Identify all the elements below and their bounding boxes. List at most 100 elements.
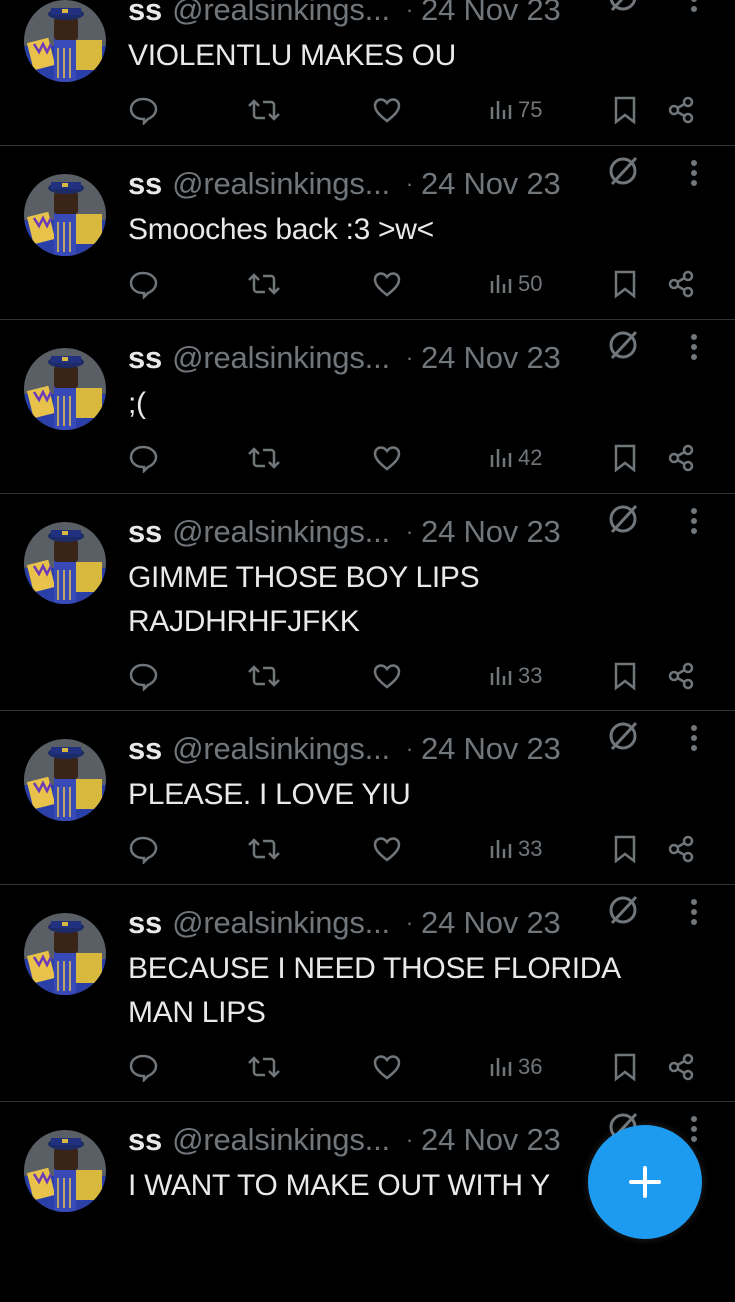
grok-icon[interactable] [606, 0, 642, 16]
views-button[interactable]: 33 [488, 663, 542, 689]
separator-dot: · [405, 345, 414, 370]
tweet[interactable]: ss @realsinkings... · 24 Nov 23 GIMME TH… [0, 494, 735, 711]
more-icon[interactable] [688, 0, 700, 14]
user-handle[interactable]: @realsinkings... [172, 166, 390, 202]
grok-icon[interactable] [606, 893, 642, 929]
tweet-date[interactable]: 24 Nov 23 [421, 1122, 561, 1158]
tweet-actions: 33 [128, 656, 705, 696]
share-button[interactable] [666, 834, 696, 864]
tweet-date[interactable]: 24 Nov 23 [421, 0, 561, 28]
tweet-text: Smooches back :3 >w< [128, 208, 695, 252]
tweet-text: GIMME THOSE BOY LIPS RAJDHRHFJFKK [128, 556, 695, 644]
bookmark-icon [614, 96, 636, 125]
grok-icon[interactable] [606, 154, 642, 190]
avatar[interactable] [24, 174, 106, 256]
views-button[interactable]: 75 [488, 97, 542, 123]
views-button[interactable]: 42 [488, 445, 542, 471]
display-name[interactable]: ss [128, 1122, 162, 1158]
tweet-date[interactable]: 24 Nov 23 [421, 166, 561, 202]
share-button[interactable] [666, 95, 696, 125]
views-count: 36 [518, 1054, 543, 1079]
reply-icon [129, 1054, 158, 1082]
retweet-button[interactable] [246, 269, 282, 299]
views-icon [490, 1058, 512, 1076]
retweet-button[interactable] [246, 95, 282, 125]
tweet[interactable]: ss @realsinkings... · 24 Nov 23 ;( 42 [0, 320, 735, 494]
more-icon[interactable] [688, 158, 700, 188]
like-button[interactable] [372, 269, 402, 299]
retweet-button[interactable] [246, 1052, 282, 1082]
tweet[interactable]: ss @realsinkings... · 24 Nov 23 Smooches… [0, 146, 735, 320]
grok-icon[interactable] [606, 719, 642, 755]
retweet-button[interactable] [246, 834, 282, 864]
grok-icon[interactable] [606, 502, 642, 538]
reply-button[interactable] [128, 1052, 158, 1082]
bookmark-button[interactable] [612, 834, 638, 864]
user-handle[interactable]: @realsinkings... [172, 1122, 390, 1158]
reply-button[interactable] [128, 661, 158, 691]
display-name[interactable]: ss [128, 905, 162, 941]
views-button[interactable]: 33 [488, 836, 542, 862]
share-icon [668, 1053, 694, 1081]
display-name[interactable]: ss [128, 0, 162, 28]
reply-button[interactable] [128, 95, 158, 125]
avatar[interactable] [24, 522, 106, 604]
retweet-button[interactable] [246, 661, 282, 691]
bookmark-button[interactable] [612, 661, 638, 691]
display-name[interactable]: ss [128, 340, 162, 376]
like-button[interactable] [372, 443, 402, 473]
tweet[interactable]: ss @realsinkings... · 24 Nov 23 BECAUSE … [0, 885, 735, 1102]
retweet-button[interactable] [246, 443, 282, 473]
reply-icon [129, 271, 158, 299]
share-button[interactable] [666, 269, 696, 299]
avatar[interactable] [24, 913, 106, 995]
share-button[interactable] [666, 443, 696, 473]
tweet-actions: 33 [128, 829, 705, 869]
views-icon [490, 275, 512, 293]
share-button[interactable] [666, 661, 696, 691]
avatar[interactable] [24, 348, 106, 430]
tweet[interactable]: ss @realsinkings... · 24 Nov 23 VIOLENTL… [0, 0, 735, 146]
views-button[interactable]: 36 [488, 1054, 542, 1080]
user-handle[interactable]: @realsinkings... [172, 905, 390, 941]
tweet-date[interactable]: 24 Nov 23 [421, 905, 561, 941]
display-name[interactable]: ss [128, 514, 162, 550]
tweet-date[interactable]: 24 Nov 23 [421, 514, 561, 550]
compose-button[interactable] [588, 1125, 702, 1239]
user-handle[interactable]: @realsinkings... [172, 514, 390, 550]
retweet-icon [248, 838, 280, 860]
more-icon[interactable] [688, 723, 700, 753]
more-icon[interactable] [688, 897, 700, 927]
reply-button[interactable] [128, 834, 158, 864]
more-icon[interactable] [688, 506, 700, 536]
tweet[interactable]: ss @realsinkings... · 24 Nov 23 PLEASE. … [0, 711, 735, 885]
bookmark-button[interactable] [612, 95, 638, 125]
tweet-date[interactable]: 24 Nov 23 [421, 340, 561, 376]
more-icon[interactable] [688, 1114, 700, 1144]
more-icon[interactable] [688, 332, 700, 362]
grok-icon[interactable] [606, 328, 642, 364]
like-button[interactable] [372, 661, 402, 691]
separator-dot: · [405, 736, 414, 761]
user-handle[interactable]: @realsinkings... [172, 340, 390, 376]
user-handle[interactable]: @realsinkings... [172, 731, 390, 767]
share-button[interactable] [666, 1052, 696, 1082]
like-button[interactable] [372, 95, 402, 125]
reply-button[interactable] [128, 269, 158, 299]
bookmark-button[interactable] [612, 1052, 638, 1082]
display-name[interactable]: ss [128, 731, 162, 767]
avatar[interactable] [24, 0, 106, 82]
like-button[interactable] [372, 834, 402, 864]
display-name[interactable]: ss [128, 166, 162, 202]
reply-button[interactable] [128, 443, 158, 473]
views-button[interactable]: 50 [488, 271, 542, 297]
avatar[interactable] [24, 739, 106, 821]
bookmark-button[interactable] [612, 269, 638, 299]
user-handle[interactable]: @realsinkings... [172, 0, 390, 28]
tweet-text-line: VIOLENTLU MAKES OU [128, 39, 457, 72]
like-button[interactable] [372, 1052, 402, 1082]
reply-icon [129, 97, 158, 125]
heart-icon [373, 837, 401, 862]
bookmark-button[interactable] [612, 443, 638, 473]
tweet-date[interactable]: 24 Nov 23 [421, 731, 561, 767]
